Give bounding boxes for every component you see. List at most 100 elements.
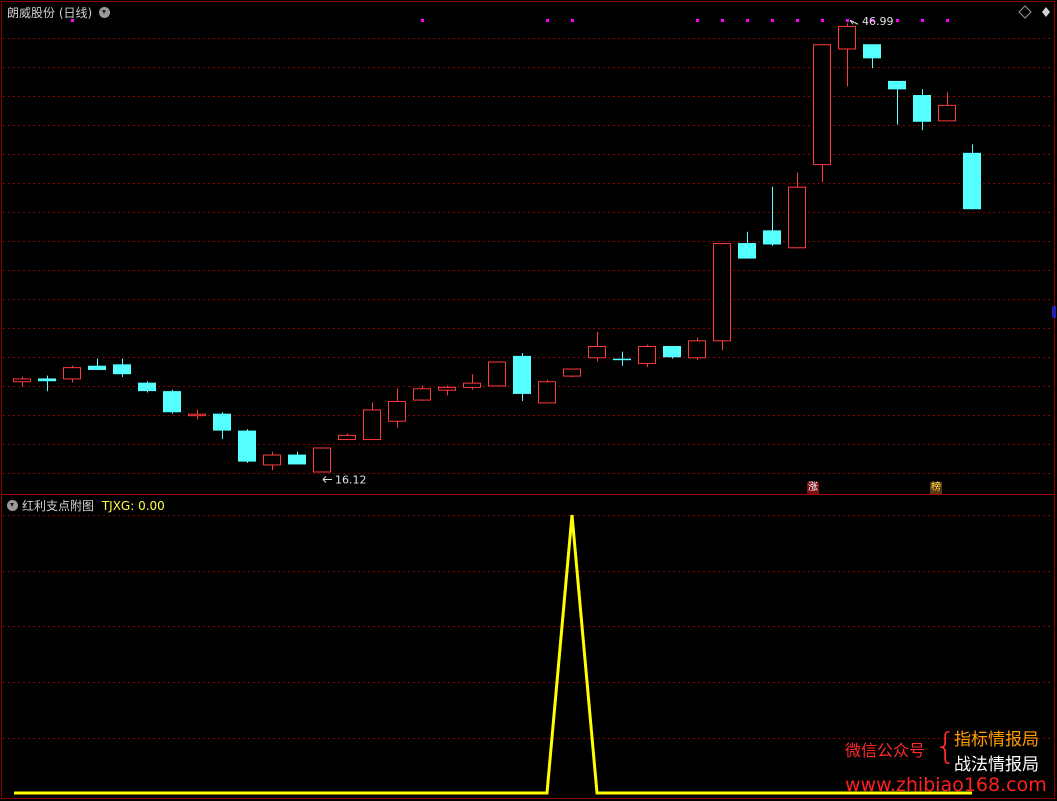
signal-dot xyxy=(921,19,924,22)
candle-body xyxy=(38,378,56,382)
candle-body xyxy=(938,104,956,122)
candle-body xyxy=(338,434,356,441)
candle-body xyxy=(688,340,706,359)
signal-dot xyxy=(721,19,724,22)
signal-dot xyxy=(946,19,949,22)
indicator-value: TJXG: 0.00 xyxy=(101,499,165,513)
signal-dot xyxy=(546,19,549,22)
candle-body xyxy=(613,358,631,361)
candle-body xyxy=(538,381,556,404)
candle xyxy=(463,374,481,390)
candle xyxy=(563,368,581,378)
candle xyxy=(838,23,856,87)
signal-dot xyxy=(846,19,849,22)
candle-body xyxy=(488,361,506,387)
candle-body xyxy=(88,365,106,370)
watermark-url: www.zhibiao168.com xyxy=(845,774,1047,796)
candle xyxy=(963,144,981,210)
candle-body xyxy=(188,413,206,417)
candle xyxy=(113,358,131,378)
candle-body xyxy=(213,413,231,431)
candle xyxy=(388,388,406,428)
candle xyxy=(338,433,356,441)
candle xyxy=(663,345,681,359)
candle-body xyxy=(438,386,456,391)
candle xyxy=(38,375,56,392)
candle xyxy=(538,379,556,404)
candle xyxy=(638,344,656,368)
candle-body xyxy=(238,430,256,462)
signal-dot xyxy=(571,19,574,22)
candle xyxy=(788,172,806,249)
candle-body xyxy=(163,391,181,413)
candle xyxy=(13,377,31,387)
candle-body xyxy=(738,243,756,259)
candle-body xyxy=(763,230,781,245)
candle xyxy=(763,186,781,246)
expand-icon[interactable] xyxy=(1042,7,1050,17)
ranking-badge[interactable]: 榜 xyxy=(930,482,942,494)
signal-dot xyxy=(821,19,824,22)
candle xyxy=(313,447,331,473)
candle xyxy=(363,402,381,441)
candle xyxy=(238,429,256,464)
indicator-grid xyxy=(3,515,1052,739)
candle-body xyxy=(813,44,831,166)
candle xyxy=(438,385,456,396)
chart-frame: 46.99 16.12 xyxy=(1,1,1056,799)
candle-body xyxy=(638,345,656,364)
stock-title-text: 朗威股份 (日线) xyxy=(7,6,93,20)
candle-body xyxy=(113,364,131,375)
candle-body xyxy=(963,152,981,210)
candle-body xyxy=(363,409,381,441)
candle-body xyxy=(888,80,906,90)
candle xyxy=(813,44,831,183)
high-price-label: 46.99 xyxy=(862,15,894,28)
low-arrow xyxy=(322,476,332,483)
stock-title[interactable]: 朗威股份 (日线) xyxy=(7,4,114,21)
candle xyxy=(413,385,431,401)
indicator-header[interactable]: 红利支点附图 TJXG: 0.00 xyxy=(7,497,165,514)
candle xyxy=(688,337,706,361)
signal-dot xyxy=(796,19,799,22)
candle-body xyxy=(263,454,281,466)
candle-body xyxy=(413,388,431,401)
main-grid xyxy=(3,38,1052,474)
candle-body xyxy=(913,95,931,122)
candle-body xyxy=(13,378,31,383)
dropdown-icon[interactable] xyxy=(7,500,18,511)
candlestick-series[interactable] xyxy=(13,23,982,473)
candle xyxy=(713,243,731,351)
candle-body xyxy=(713,243,731,342)
candle xyxy=(188,409,206,420)
candle xyxy=(488,361,506,387)
candle-body xyxy=(838,25,856,50)
scroll-handle[interactable] xyxy=(1052,306,1056,318)
signal-dots xyxy=(71,19,949,22)
diamond-icon[interactable] xyxy=(1018,5,1032,19)
watermark-account-1: 指标情报局 xyxy=(954,730,1039,750)
candle-body xyxy=(863,44,881,59)
candle xyxy=(138,381,156,393)
candle-body xyxy=(663,345,681,358)
candle-body xyxy=(788,186,806,249)
candle-body xyxy=(388,400,406,422)
candle-body xyxy=(563,368,581,377)
watermark-wechat-label: 微信公众号 xyxy=(845,741,926,760)
outer-border xyxy=(1,1,1055,799)
limit-up-badge[interactable]: 涨 xyxy=(807,482,819,494)
watermark-account-2: 战法情报局 xyxy=(954,755,1039,775)
candle xyxy=(63,365,81,383)
candle xyxy=(888,80,906,125)
candle xyxy=(263,451,281,471)
candle xyxy=(88,358,106,370)
candle xyxy=(588,331,606,362)
high-arrow xyxy=(849,19,859,25)
candle xyxy=(288,451,306,465)
candle-body xyxy=(313,447,331,473)
signal-dot xyxy=(771,19,774,22)
candle-body xyxy=(138,382,156,392)
signal-dot xyxy=(746,19,749,22)
signal-dot xyxy=(896,19,899,22)
dropdown-icon[interactable] xyxy=(99,7,111,18)
